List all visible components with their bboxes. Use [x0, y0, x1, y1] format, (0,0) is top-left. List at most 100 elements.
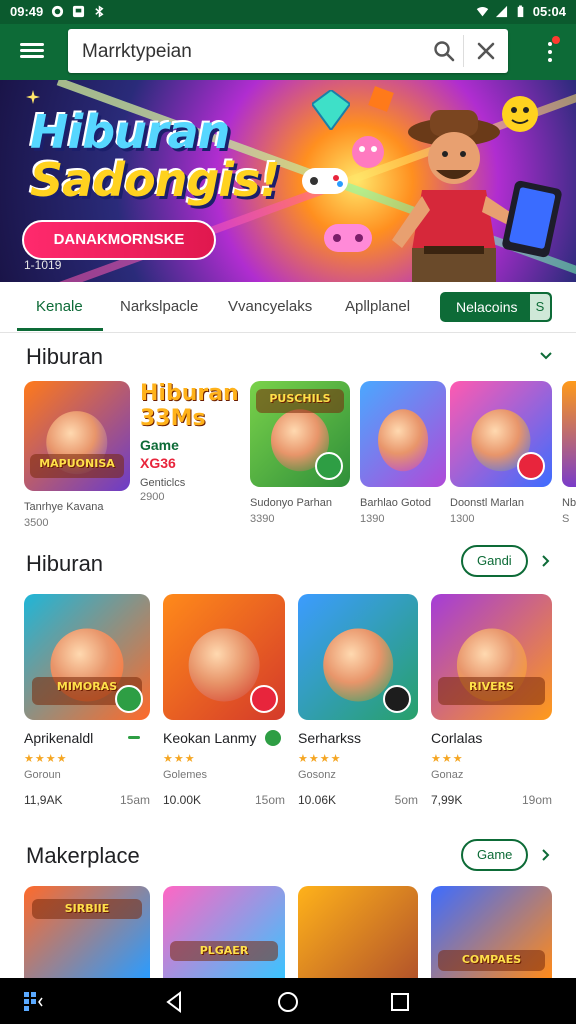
tab-apllplanel[interactable]: Apllplanel [345, 298, 410, 315]
chevron-right-icon[interactable] [538, 847, 554, 863]
card-subtitle: Golemes [163, 769, 208, 781]
card-time: 15om [254, 793, 285, 807]
section2-title: Hiburan [26, 551, 104, 576]
search-divider [463, 35, 464, 67]
section1-card-4[interactable]: Doonstl Marlan 1300 [450, 381, 552, 525]
section2-card-4[interactable]: RIVERS Corlalas ★★★ Gonaz 7,99K 19om [431, 594, 552, 807]
status-time-right: 05:04 [532, 4, 566, 19]
game-thumbnail [360, 381, 446, 487]
section2-card-2[interactable]: Keokan Lanmy ★★★ Golemes 10.00K 15om [163, 594, 285, 807]
game-thumbnail [298, 886, 418, 978]
chevron-right-icon[interactable] [538, 553, 554, 569]
tab-vvancyelaks[interactable]: Vvancyelaks [228, 298, 312, 315]
menu-icon[interactable] [20, 40, 44, 64]
section2-card-1[interactable]: MIMORAS Aprikenaldl ★★★★ Goroun 11,9AK 15… [24, 594, 150, 807]
chevron-down-icon[interactable] [538, 348, 554, 364]
tab-nelacoins[interactable]: Nelacoins S [440, 292, 552, 322]
thumbnail-caption: COMPAES [438, 950, 545, 971]
card-time: 19om [521, 793, 552, 807]
card-size: 11,9AK [24, 793, 63, 807]
section1-title: Hiburan [26, 344, 104, 369]
card-time: 15am [119, 793, 150, 807]
search-icon[interactable] [432, 39, 456, 63]
rating-stars: ★★★ [163, 753, 196, 765]
status-bar: 09:49 05:04 [0, 0, 576, 24]
game-thumbnail: RIVERS [431, 594, 552, 720]
promo-subtitle: 33Ms [140, 406, 206, 431]
whatsapp-icon [52, 5, 64, 18]
promo-game-label: Game [140, 437, 179, 453]
promo-title: Hiburan [140, 381, 239, 406]
promo-banner[interactable]: Hiburan Sadongis! DANAKMORNSKE 1-1019 [0, 80, 576, 282]
banner-cta-button[interactable]: DANAKMORNSKE [22, 220, 216, 260]
card-subtitle: Goroun [24, 769, 61, 781]
card-subtitle: Gosonz [298, 769, 336, 781]
card-title: Doonstl Marlan [450, 497, 524, 509]
section2-action-button[interactable]: Gandi [461, 545, 528, 577]
card-title-text: Aprikenaldl [24, 730, 94, 746]
card-stats: 10.06K 5om [298, 793, 418, 807]
thumbnail-caption: PLGAER [170, 941, 278, 962]
card-title: Serharkss [298, 730, 362, 746]
section1-card-1[interactable]: MAPUONISA Tanrhye Kavana 3500 [24, 381, 130, 529]
card-subtitle: Gonaz [431, 769, 464, 781]
promo-code: XG36 [140, 455, 176, 471]
tab-narkslpacle[interactable]: Narkslpacle [120, 298, 198, 315]
card-stats: 10.00K 15om [163, 793, 285, 807]
section1-card-3[interactable]: Barhlao Gotod 1390 [360, 381, 446, 525]
card-title: Barhlao Gotod [360, 497, 431, 509]
section1-card-peek[interactable]: Nb S [562, 381, 576, 525]
banner-title: Hiburan Sadongis! [30, 105, 281, 204]
section3-card-2[interactable]: PLGAER [163, 886, 285, 978]
card-subtitle: 3500 [24, 517, 49, 529]
card-subtitle: 1300 [450, 513, 475, 525]
card-size: 7,99K [431, 793, 463, 807]
rating-stars: ★★★★ [24, 753, 68, 765]
section1-card-2[interactable]: PUSCHILS Sudonyo Parhan 3390 [250, 381, 350, 525]
back-icon[interactable] [164, 991, 186, 1013]
app-badge-icon [115, 685, 143, 713]
section3-action-button[interactable]: Game [461, 839, 529, 871]
tab-kenale[interactable]: Kenale [36, 298, 83, 315]
card-size: 10.06K [298, 793, 337, 807]
signal-icon [495, 5, 507, 18]
game-thumbnail: SIRBIIE [24, 886, 150, 978]
game-thumbnail [163, 594, 285, 720]
thumbnail-caption: RIVERS [438, 677, 545, 705]
gamepad-icon [302, 168, 348, 194]
close-icon[interactable] [474, 39, 498, 63]
card-title-text: Keokan Lanmy [163, 730, 257, 746]
verified-icon [265, 730, 281, 746]
banner-title-line1: Hiburan [30, 105, 230, 159]
tab-nelacoins-cap: S [530, 294, 550, 320]
rating-stars: ★★★ [431, 753, 464, 765]
more-options-icon[interactable] [546, 36, 560, 64]
category-tabs: Kenale Narkslpacle Vvancyelaks Apllplane… [0, 282, 576, 333]
card-time: 5om [394, 793, 418, 807]
game-thumbnail: MAPUONISA [24, 381, 130, 491]
wifi-icon [476, 7, 488, 17]
recents-icon[interactable] [389, 991, 411, 1013]
card-size: 10.00K [163, 793, 202, 807]
card-title: Tanrhye Kavana [24, 501, 104, 513]
app-switcher-grid-icon[interactable] [24, 992, 48, 1012]
gamepad-pink-icon [324, 224, 372, 252]
search-input[interactable] [80, 37, 424, 67]
card-stats: 11,9AK 15am [24, 793, 150, 807]
game-thumbnail: COMPAES [431, 886, 552, 978]
hero-character-illustration [392, 110, 562, 282]
promo-extra: Genticlcs [140, 477, 186, 489]
thumbnail-caption: PUSCHILS [256, 389, 344, 413]
app-badge-icon [383, 685, 411, 713]
app-bar [0, 24, 576, 80]
battery-icon [517, 5, 524, 18]
section3-card-4[interactable]: COMPAES [431, 886, 552, 978]
card-subtitle: 3390 [250, 513, 275, 525]
home-icon[interactable] [277, 991, 299, 1013]
section3-card-3[interactable] [298, 886, 418, 978]
status-time-left: 09:49 [10, 4, 44, 19]
search-box [68, 29, 508, 73]
promo-card[interactable]: Hiburan 33Ms Game XG36 Genticlcs 2900 [140, 381, 240, 503]
section3-card-1[interactable]: SIRBIIE [24, 886, 150, 978]
section2-card-3[interactable]: Serharkss ★★★★ Gosonz 10.06K 5om [298, 594, 418, 807]
